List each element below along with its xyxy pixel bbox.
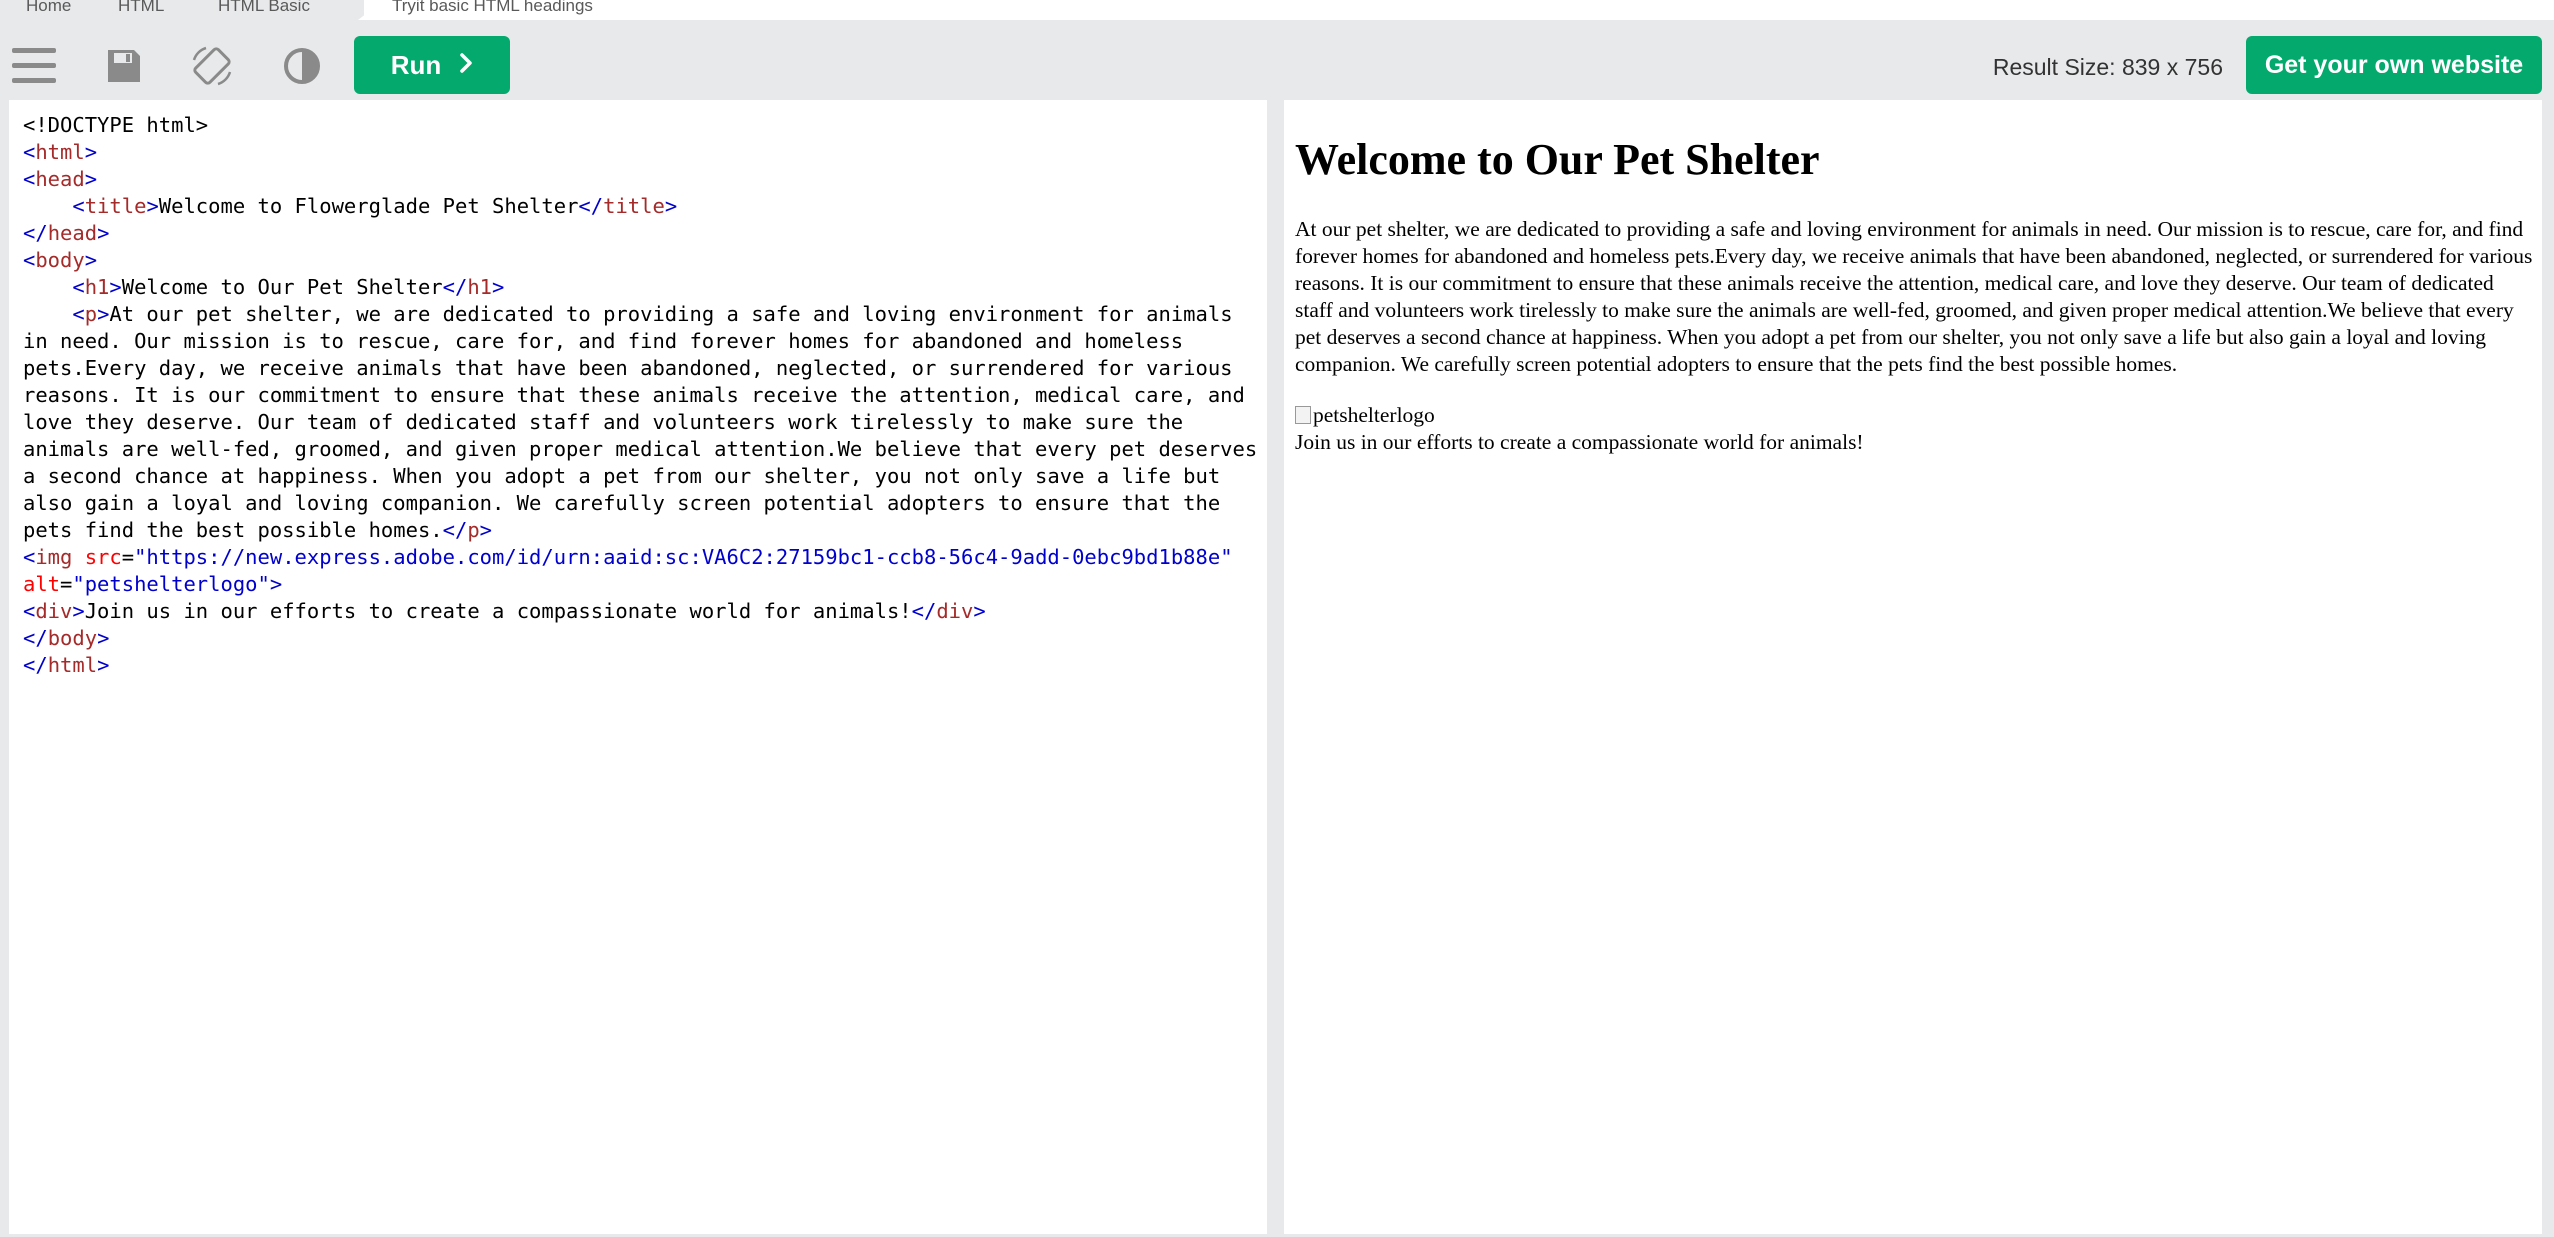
get-your-own-website-button[interactable]: Get your own website <box>2246 36 2542 94</box>
run-label: Run <box>390 49 442 80</box>
code-editor[interactable]: <!DOCTYPE html> <html> <head> <title>Wel… <box>9 100 1267 1234</box>
code-p-text: At our pet shelter, we are dedicated to … <box>23 302 1258 542</box>
result-size-label: Result Size: 839 x 756 <box>1992 54 2223 80</box>
broken-image-icon <box>1295 406 1311 424</box>
rotate-icon[interactable] <box>190 44 234 88</box>
code-div-text: Join us in our efforts to create a compa… <box>84 599 912 623</box>
run-button[interactable]: Run <box>354 36 510 94</box>
result-heading: Welcome to Our Pet Shelter <box>1295 135 1820 184</box>
result-paragraph: At our pet shelter, we are dedicated to … <box>1295 217 2533 376</box>
breadcrumb-html-basic[interactable]: HTML Basic <box>190 0 376 20</box>
breadcrumb-html[interactable]: HTML <box>90 0 212 20</box>
code-text[interactable]: <!DOCTYPE html> <html> <head> <title>Wel… <box>23 112 1259 679</box>
broken-image-alt: petshelterlogo <box>1313 403 1435 427</box>
hamburger-menu-icon[interactable] <box>12 44 56 88</box>
code-h1-text: Welcome to Our Pet Shelter <box>121 275 443 299</box>
save-icon[interactable] <box>102 44 146 88</box>
contrast-icon[interactable] <box>280 44 324 88</box>
code-doctype: <!DOCTYPE html> <box>23 113 209 137</box>
code-title-text: Welcome to Flowerglade Pet Shelter <box>158 194 579 218</box>
code-img-alt: "petshelterlogo" <box>72 572 270 596</box>
chevron-right-icon <box>459 50 473 81</box>
toolbar: Run Result Size: 839 x 756 Get your own … <box>0 20 2554 100</box>
breadcrumb: Home HTML HTML Basic Tryit basic HTML he… <box>0 0 2554 20</box>
result-frame[interactable]: Welcome to Our Pet Shelter At our pet sh… <box>1284 100 2542 1234</box>
broken-image: petshelterlogo <box>1295 402 1435 429</box>
result-join-text: Join us in our efforts to create a compa… <box>1295 430 1864 454</box>
code-img-src: "https://new.express.adobe.com/id/urn:aa… <box>134 545 1233 569</box>
breadcrumb-current-page: Tryit basic HTML headings <box>364 0 722 20</box>
